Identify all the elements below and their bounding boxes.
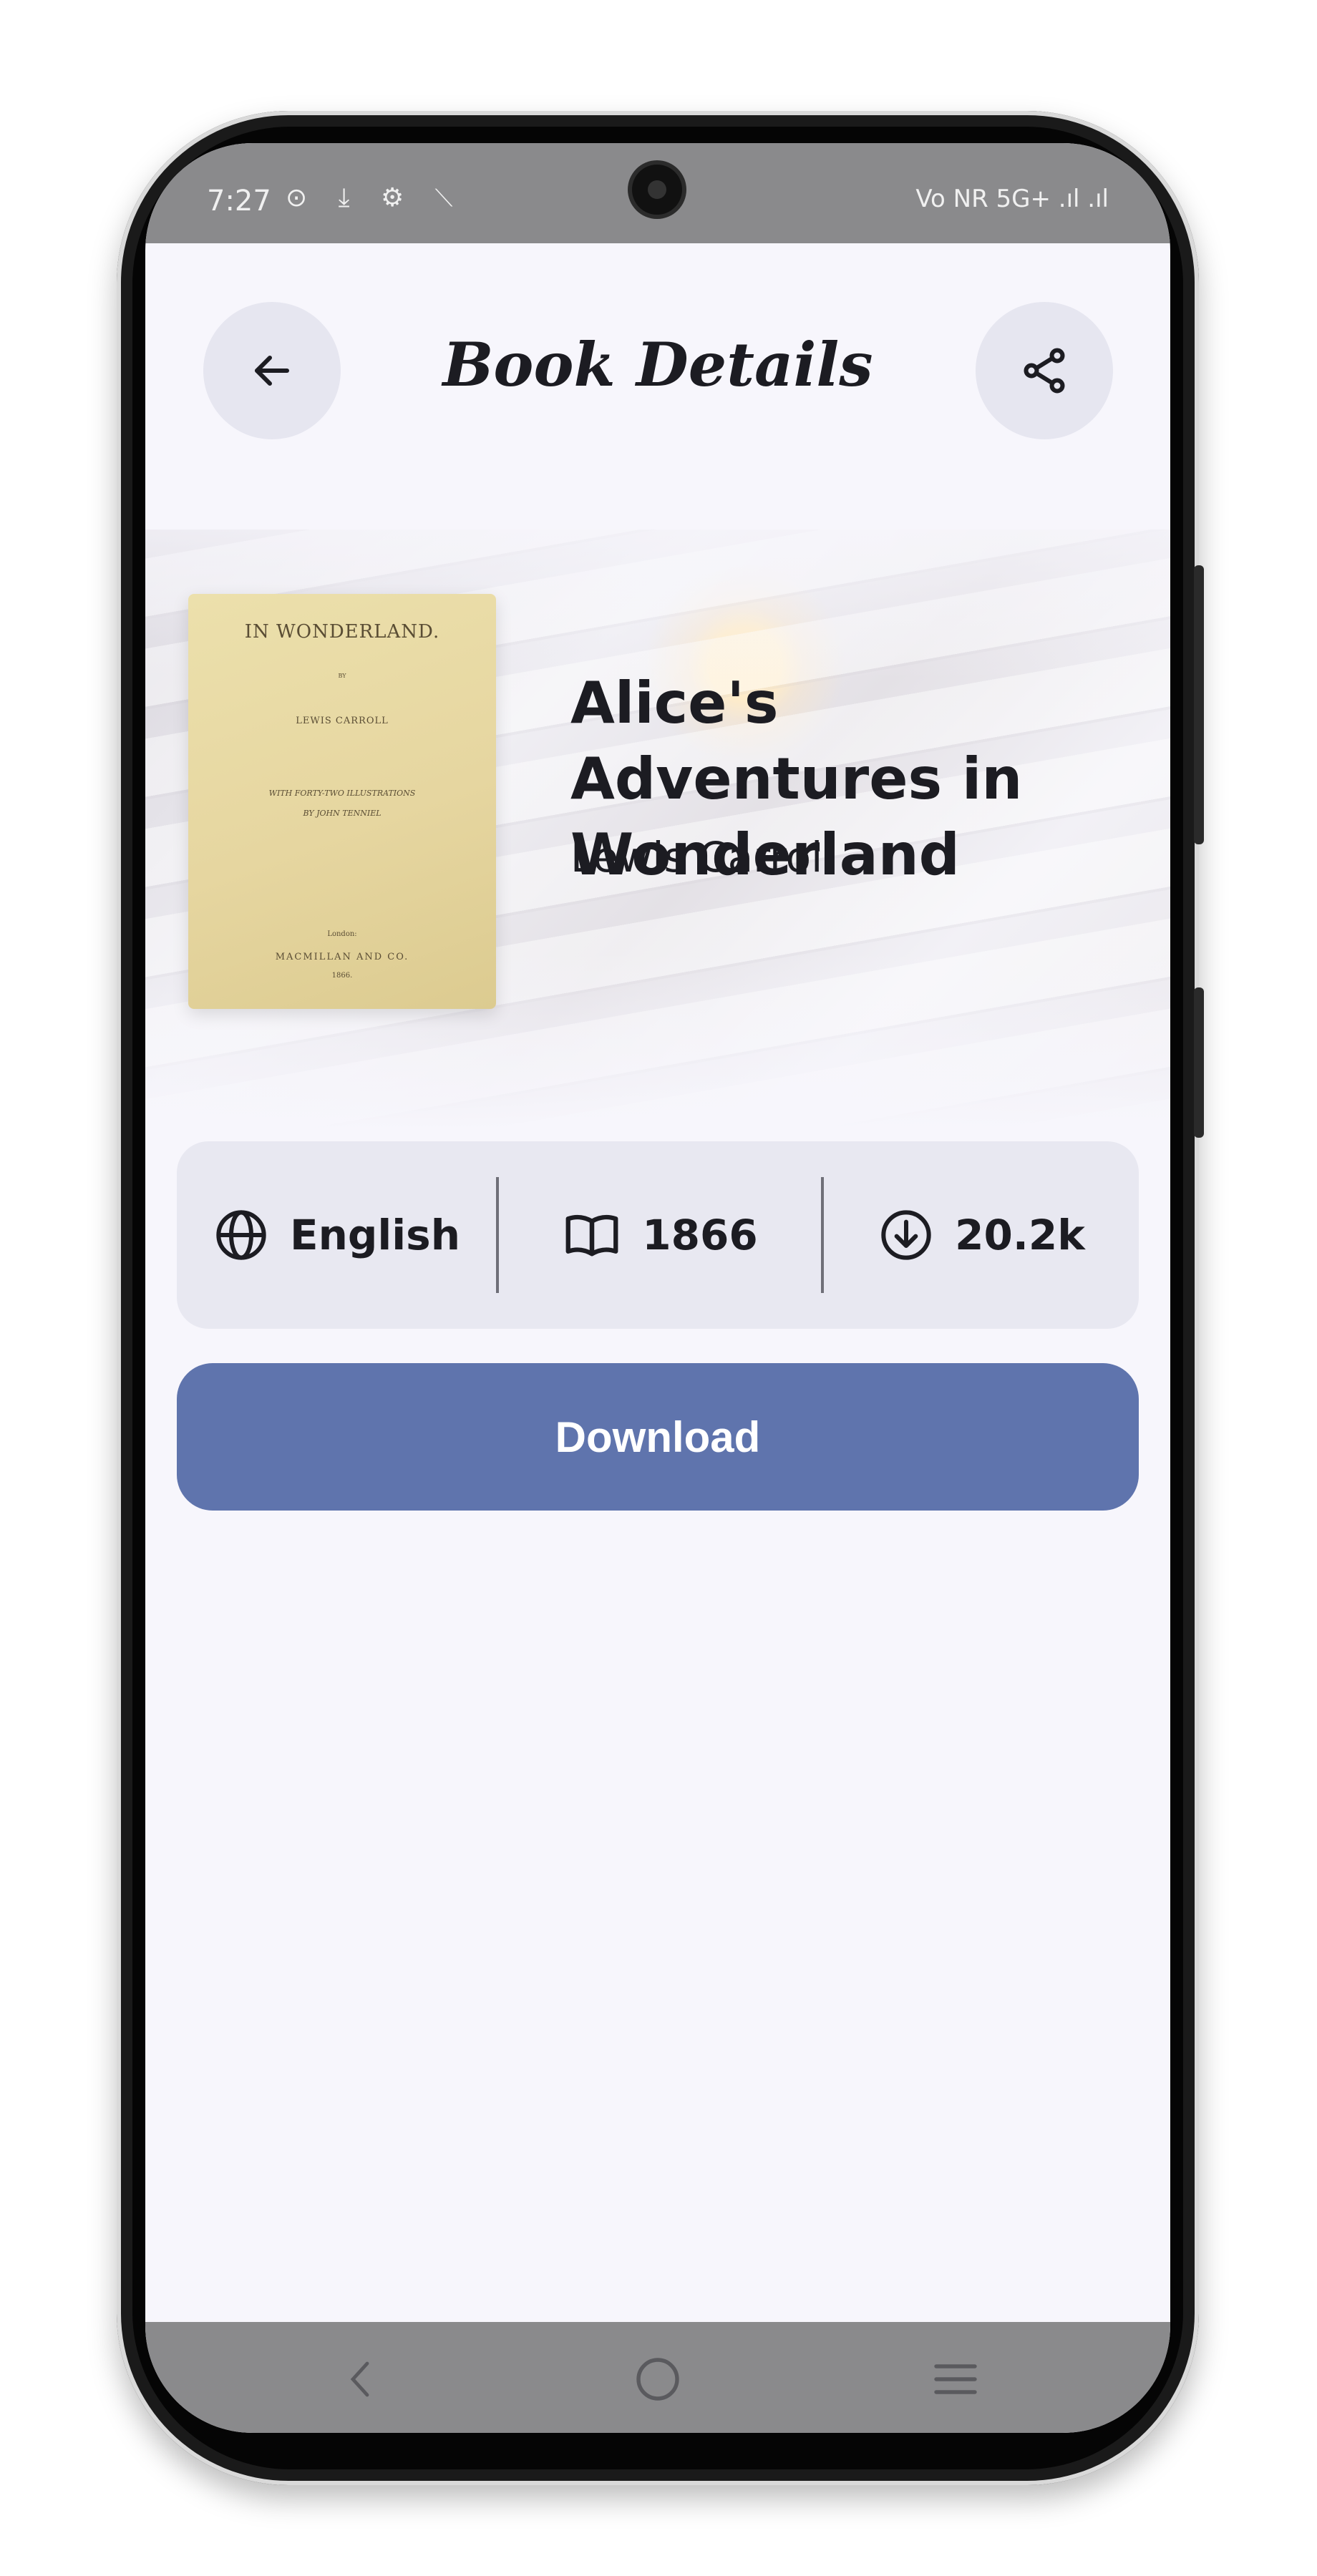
power-button [1194,987,1204,1138]
book-author: Lewis Carroll [570,833,835,882]
chevron-left-icon [350,2361,369,2397]
cover-title: IN WONDERLAND. [244,621,440,643]
publication-year: 1866 [642,1211,758,1259]
home-circle-icon [636,2358,679,2401]
open-book-icon [565,1214,618,1257]
status-time: 7:27 [207,185,271,218]
language-info: English [177,1141,496,1329]
download-count: 20.2k [955,1211,1085,1259]
download-button[interactable]: Download [177,1363,1139,1511]
nav-recents-button[interactable] [927,2351,984,2408]
app-screen: 7:27 ⊙ ⤓ ⚙ ⟍ Vo NR 5G+ .ıl .ıl Book Deta… [145,143,1170,2433]
notification-icons: ⊙ ⤓ ⚙ ⟍ [286,183,465,213]
year-info: 1866 [499,1141,821,1329]
signal-indicators: Vo NR 5G+ .ıl .ıl [915,185,1109,213]
cover-illustrator: BY JOHN TENNIEL [303,809,382,818]
cover-illustrations: WITH FORTY-TWO ILLUSTRATIONS [268,789,416,798]
downloads-info: 20.2k [824,1141,1139,1329]
menu-lines-icon [934,2364,977,2394]
share-button[interactable] [976,302,1113,439]
front-camera [632,165,682,215]
book-cover: IN WONDERLAND. BY LEWIS CARROLL WITH FOR… [188,594,496,1009]
volume-button [1194,565,1204,844]
system-nav-bar [145,2322,1170,2433]
cover-author: LEWIS CARROLL [296,716,389,726]
cover-year: 1866. [331,972,353,980]
nav-home-button[interactable] [629,2351,686,2408]
cover-by: BY [338,673,346,679]
nav-back-button[interactable] [331,2351,389,2408]
book-info-bar: English 1866 20.2k [177,1141,1139,1329]
cover-publisher: MACMILLAN AND CO. [275,952,409,962]
download-circle-icon [881,1210,931,1260]
language-label: English [289,1211,460,1259]
globe-icon [216,1210,266,1260]
status-bar: 7:27 ⊙ ⤓ ⚙ ⟍ Vo NR 5G+ .ıl .ıl [145,143,1170,243]
cover-place: London: [327,930,357,938]
share-icon [1024,348,1065,394]
